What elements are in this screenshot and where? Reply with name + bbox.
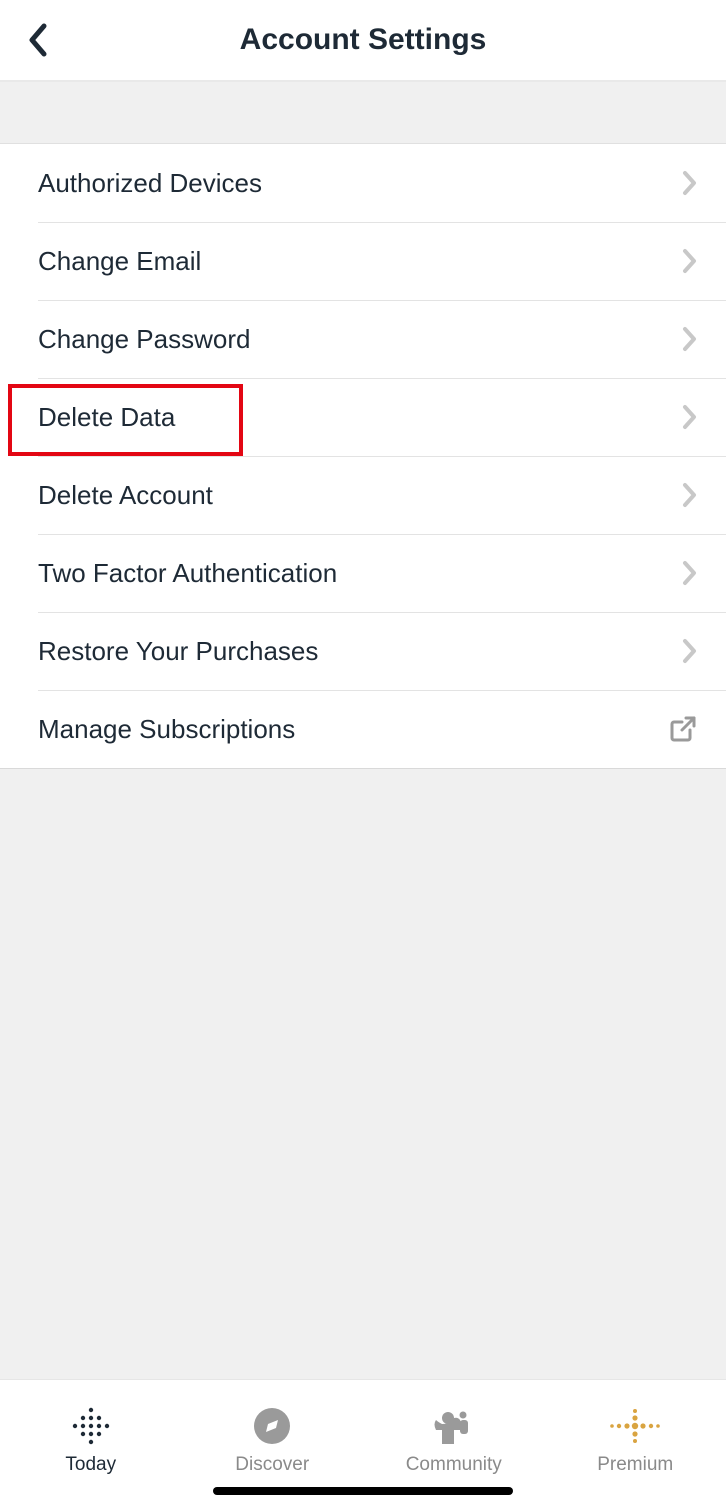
external-link-icon [668,714,698,744]
row-restore-your-purchases[interactable]: Restore Your Purchases [0,612,726,690]
tab-label: Today [65,1454,116,1476]
row-label: Authorized Devices [38,168,262,199]
row-change-password[interactable]: Change Password [0,300,726,378]
row-delete-data[interactable]: Delete Data [0,378,726,456]
chevron-right-icon [682,482,698,508]
community-icon [430,1404,478,1448]
chevron-right-icon [682,560,698,586]
empty-area [0,769,726,1379]
back-button[interactable] [18,20,58,60]
tab-label: Discover [235,1454,309,1476]
tab-today[interactable]: Today [0,1380,182,1499]
row-delete-account[interactable]: Delete Account [0,456,726,534]
chevron-right-icon [682,638,698,664]
section-spacer [0,82,726,144]
row-label: Manage Subscriptions [38,714,295,745]
row-label: Restore Your Purchases [38,636,318,667]
home-indicator [213,1487,513,1495]
compass-icon [250,1404,294,1448]
chevron-right-icon [682,326,698,352]
row-label: Change Email [38,246,201,277]
tab-bar: Today Discover Community [0,1379,726,1499]
chevron-right-icon [682,248,698,274]
chevron-left-icon [28,23,48,57]
page-title: Account Settings [0,23,726,57]
row-change-email[interactable]: Change Email [0,222,726,300]
row-manage-subscriptions[interactable]: Manage Subscriptions [0,690,726,768]
header: Account Settings [0,0,726,82]
tab-label: Community [406,1454,502,1476]
settings-list: Authorized Devices Change Email Change P… [0,144,726,769]
today-icon [69,1404,113,1448]
tab-premium[interactable]: Premium [545,1380,726,1499]
row-label: Delete Data [38,402,175,433]
tab-discover[interactable]: Discover [182,1380,364,1499]
row-label: Delete Account [38,480,213,511]
row-label: Two Factor Authentication [38,558,337,589]
row-two-factor-authentication[interactable]: Two Factor Authentication [0,534,726,612]
chevron-right-icon [682,404,698,430]
tab-label: Premium [597,1454,673,1476]
premium-icon [607,1404,663,1448]
tab-community[interactable]: Community [363,1380,545,1499]
row-label: Change Password [38,324,250,355]
row-authorized-devices[interactable]: Authorized Devices [0,144,726,222]
chevron-right-icon [682,170,698,196]
